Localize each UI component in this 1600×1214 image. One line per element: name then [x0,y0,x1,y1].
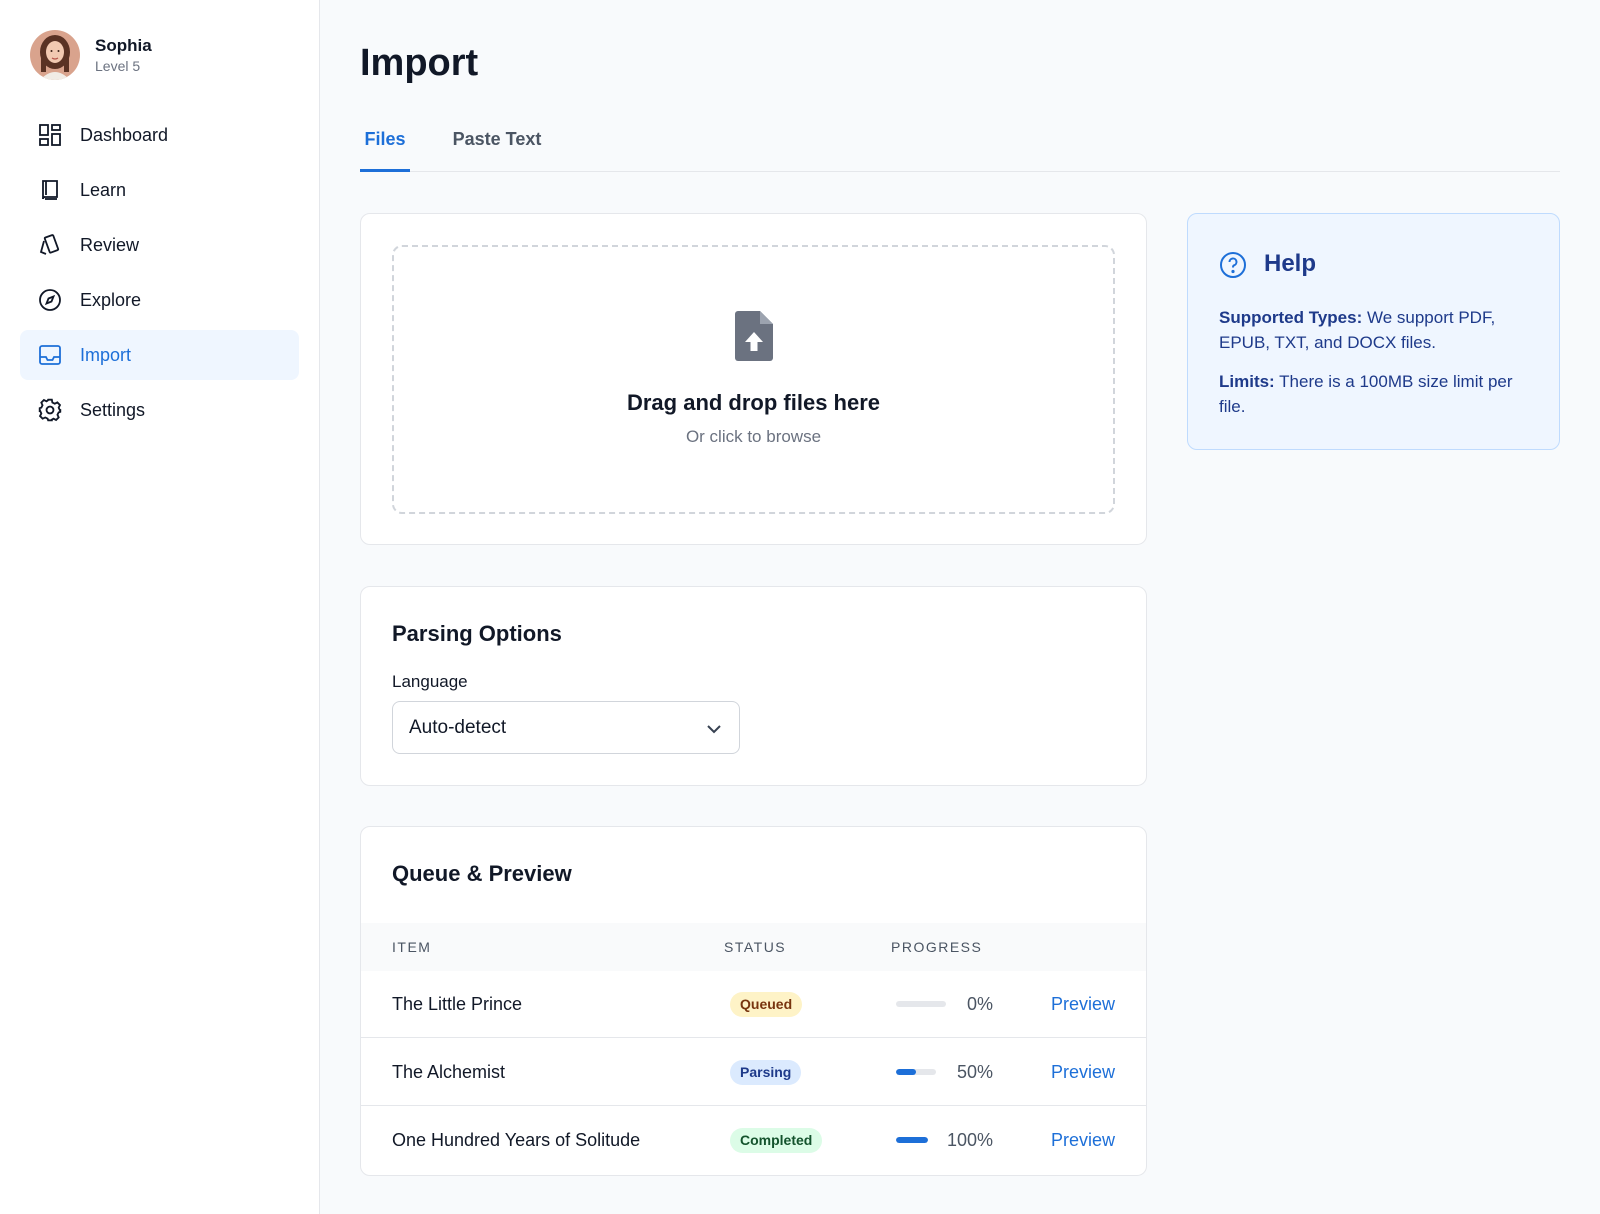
column-header-progress: PROGRESS [891,939,983,955]
progress-percent: 100% [946,1130,993,1150]
sidebar-item-import[interactable]: Import [20,330,299,380]
queue-title: Queue & Preview [392,861,572,886]
sidebar-item-dashboard[interactable]: Dashboard [20,110,299,160]
user-profile[interactable]: Sophia Level 5 [30,30,152,80]
page-title: Import [360,42,479,84]
status-badge: Queued [730,992,803,1017]
table-row: The Alchemist Parsing 50% Preview [361,1039,1146,1106]
sidebar-item-explore[interactable]: Explore [20,275,299,325]
dashboard-icon [37,122,63,148]
tab-files[interactable]: Files [360,120,410,172]
tab-bar: Files Paste Text [360,120,1560,172]
queue-item-name: One Hundred Years of Solitude [392,1130,641,1150]
progress-percent: 50% [956,1062,993,1082]
sidebar-item-learn[interactable]: Learn [20,165,299,215]
sidebar-item-label: Import [80,344,132,365]
table-row: The Little Prince Queued 0% Preview [361,971,1146,1038]
sidebar-item-label: Review [80,234,140,255]
sidebar-item-label: Explore [80,289,142,310]
status-badge: Completed [730,1128,823,1153]
tab-paste-text[interactable]: Paste Text [452,120,542,172]
compass-icon [37,287,63,313]
queue-item-name: The Alchemist [392,1062,506,1082]
sidebar-item-settings[interactable]: Settings [20,385,299,435]
status-badge: Parsing [730,1060,802,1085]
progress-bar [896,1137,928,1143]
queue-item-name: The Little Prince [392,994,523,1014]
file-upload-icon [732,309,776,363]
queue-card: Queue & Preview ITEM STATUS PROGRESS The… [360,826,1147,1176]
user-name: Sophia [95,36,152,55]
upload-card: Drag and drop files here Or click to bro… [360,213,1147,545]
sidebar-item-label: Settings [80,399,146,420]
language-select-value: Auto-detect [409,717,507,738]
gear-icon [37,397,63,423]
dropzone-title: Drag and drop files here [626,390,881,415]
inbox-icon [37,342,63,368]
sidebar-item-label: Learn [80,179,127,200]
preview-link[interactable]: Preview [1051,1062,1115,1083]
sidebar-nav: Dashboard Learn Review Explore Import Se… [20,110,299,440]
sidebar-item-review[interactable]: Review [20,220,299,270]
language-select[interactable]: Auto-detect [392,701,740,754]
avatar [30,30,80,80]
help-limits-label: Limits: [1219,372,1275,391]
help-supported-types: Supported Types: We support PDF, EPUB, T… [1219,305,1539,355]
sidebar: Sophia Level 5 Dashboard Learn Review Ex… [0,0,320,1214]
parsing-options-card: Parsing Options Language Auto-detect [360,586,1147,786]
column-header-status: STATUS [724,939,787,955]
help-types-label: Supported Types: [1219,308,1363,327]
book-icon [37,177,63,203]
sidebar-item-label: Dashboard [80,124,169,145]
parsing-options-title: Parsing Options [392,621,562,646]
file-dropzone[interactable]: Drag and drop files here Or click to bro… [392,245,1115,514]
user-level: Level 5 [95,58,141,74]
column-header-item: ITEM [392,939,432,955]
progress-bar [896,1069,936,1075]
preview-link[interactable]: Preview [1051,1130,1115,1151]
progress-percent: 0% [966,994,993,1014]
preview-link[interactable]: Preview [1051,994,1115,1015]
language-label: Language [392,672,468,691]
help-title: Help [1264,250,1317,277]
queue-table-header: ITEM STATUS PROGRESS [361,923,1146,971]
help-panel: Help Supported Types: We support PDF, EP… [1187,213,1560,450]
cards-icon [37,232,63,258]
help-limits: Limits: There is a 100MB size limit per … [1219,369,1539,419]
question-circle-icon [1219,251,1247,279]
chevron-down-icon [705,720,723,738]
dropzone-subtitle: Or click to browse [685,427,822,446]
table-row: One Hundred Years of Solitude Completed … [361,1107,1146,1174]
